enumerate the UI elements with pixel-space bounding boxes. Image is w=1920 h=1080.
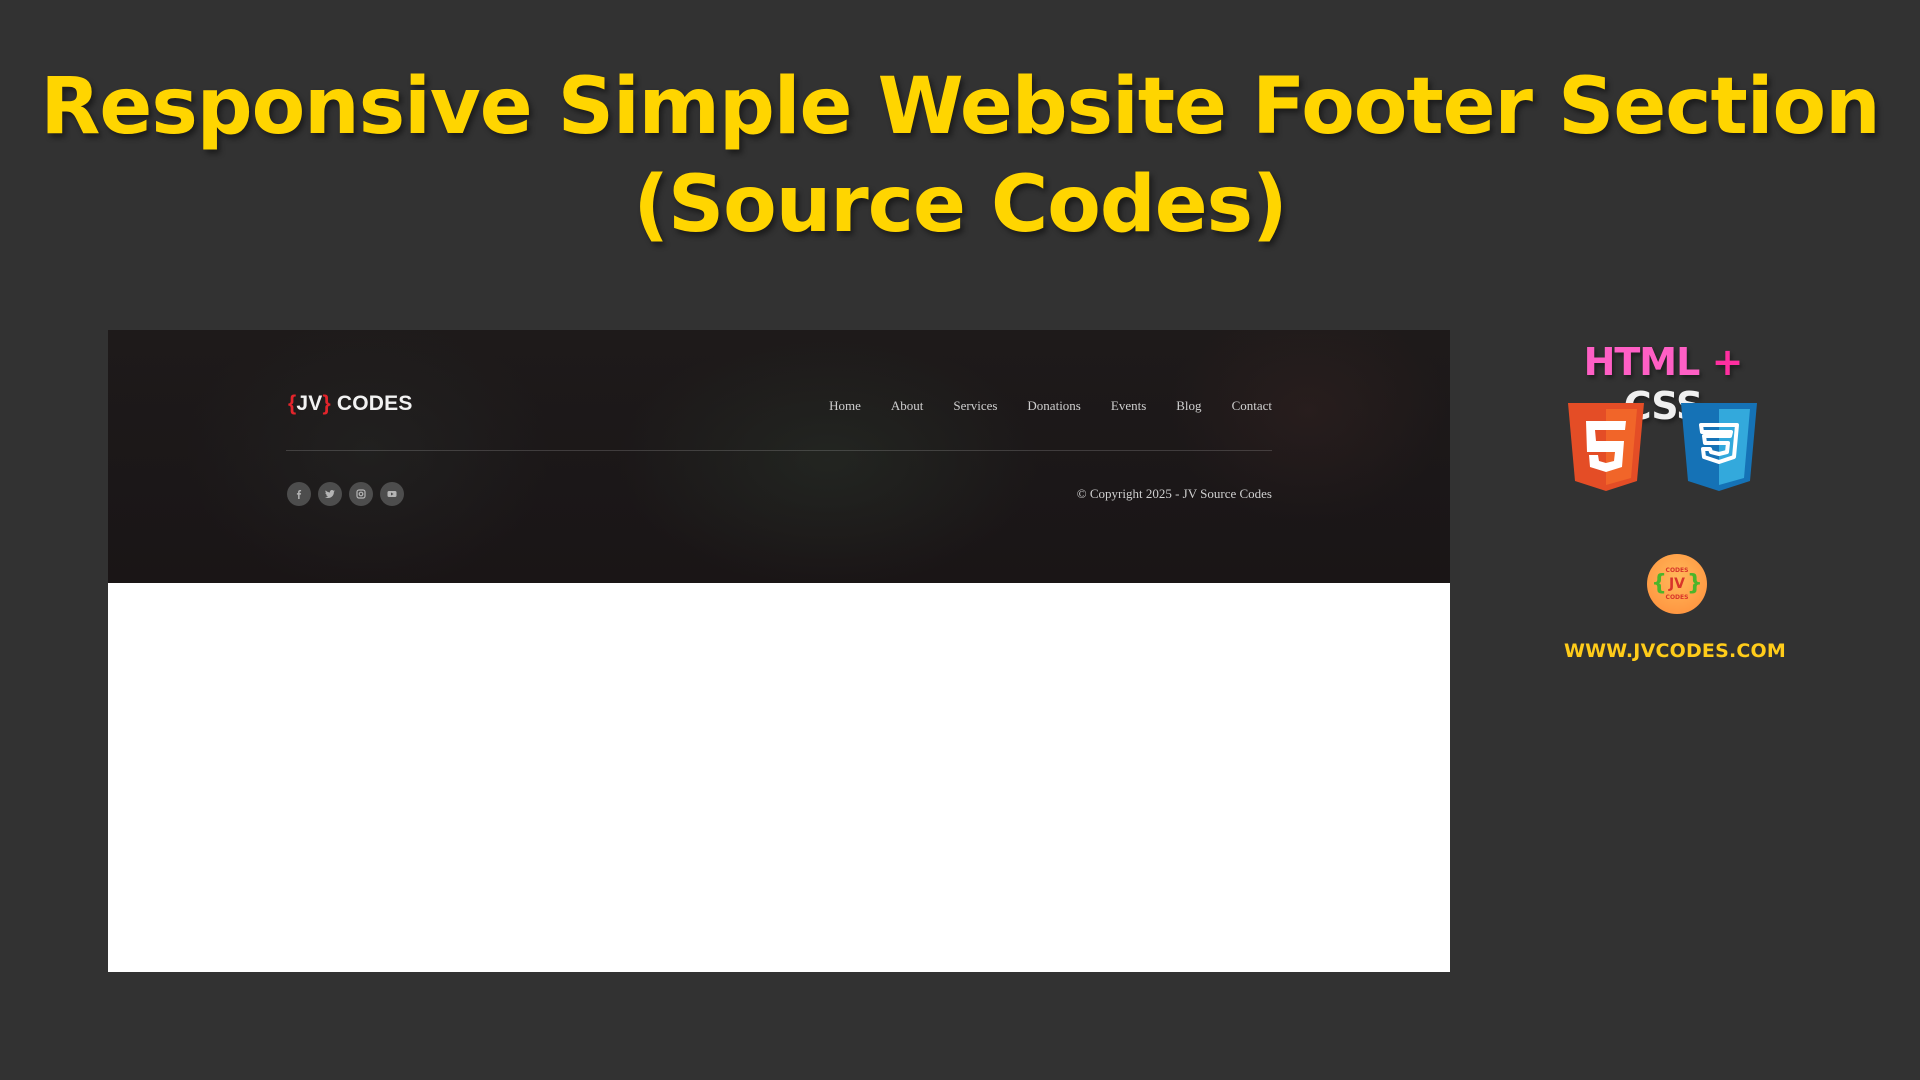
nav-link-donations[interactable]: Donations [1027,398,1080,414]
nav-link-events[interactable]: Events [1111,398,1146,414]
badge-bottom-text: CODES [1665,594,1689,601]
badge-left-brace: { [1651,571,1667,596]
facebook-button[interactable] [287,482,311,506]
twitter-icon [325,490,335,498]
headline-line-1: Responsive Simple Website Footer Section [40,62,1880,152]
nav-link-home[interactable]: Home [829,398,861,414]
nav-link-blog[interactable]: Blog [1176,398,1201,414]
tech-html-label: HTML [1583,340,1701,384]
jvcodes-logo-badge: CODES { JV } CODES [1647,554,1707,614]
footer-logo[interactable]: {JV} CODES [288,392,413,416]
footer-divider [286,450,1272,451]
copyright-text: © Copyright 2025 - JV Source Codes [1076,486,1272,501]
social-links [287,482,404,506]
badge-right-brace: } [1687,571,1703,596]
twitter-button[interactable] [318,482,342,506]
badge-top-text: CODES [1665,567,1689,574]
site-url: WWW.JVCODES.COM [1563,640,1787,662]
footer-nav: Home About Services Donations Events Blo… [799,398,1272,414]
headline-line-2: (Source Codes) [633,160,1287,250]
youtube-button[interactable] [380,482,404,506]
tech-plus-label: + [1711,340,1744,384]
nav-link-about[interactable]: About [891,398,924,414]
css3-shield-icon [1681,403,1757,491]
nav-link-services[interactable]: Services [953,398,997,414]
logo-word: CODES [330,392,413,415]
html5-shield-icon [1568,403,1644,491]
footer-preview: {JV} CODES Home About Services Donations… [108,330,1450,972]
logo-close-brace: } [322,392,331,415]
site-footer: {JV} CODES Home About Services Donations… [108,330,1450,583]
nav-link-contact[interactable]: Contact [1232,398,1272,414]
headline: Responsive Simple Website Footer Section… [0,58,1920,254]
instagram-icon [356,489,366,499]
badge-initials: JV [1668,576,1686,592]
logo-initials: JV [296,392,323,415]
instagram-button[interactable] [349,482,373,506]
facebook-icon [296,490,302,499]
badge-middle: { JV } [1651,571,1703,596]
youtube-icon [387,491,397,497]
